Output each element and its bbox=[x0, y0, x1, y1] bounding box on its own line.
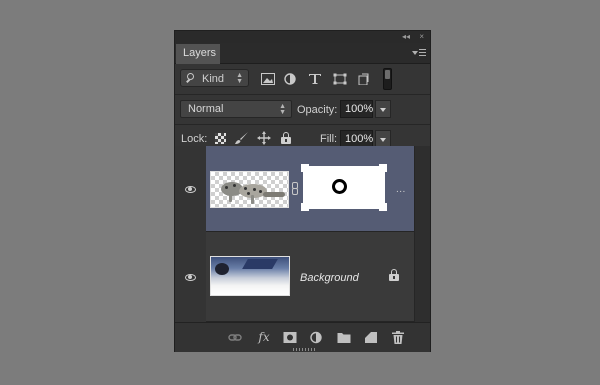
layer-lock-icon[interactable] bbox=[389, 269, 399, 281]
layers-list: ... Background bbox=[175, 146, 430, 322]
adjustment-layer-icon[interactable] bbox=[310, 331, 324, 344]
mask-circle-shape bbox=[332, 179, 347, 194]
search-icon bbox=[187, 73, 194, 80]
eye-icon[interactable] bbox=[185, 274, 196, 281]
panel-tab-bar: Layers bbox=[175, 43, 430, 64]
opacity-input[interactable]: 100% bbox=[340, 100, 373, 118]
filter-kind-label: Kind bbox=[202, 73, 225, 85]
tab-layers[interactable]: Layers bbox=[176, 44, 220, 64]
filter-row: Kind ▲ ▼ bbox=[175, 64, 430, 95]
lock-position-icon[interactable] bbox=[257, 131, 271, 145]
type-filter-icon[interactable] bbox=[308, 73, 322, 85]
smart-object-filter-icon[interactable] bbox=[356, 73, 370, 85]
visibility-column bbox=[175, 146, 207, 322]
background-thumbnail[interactable] bbox=[210, 256, 290, 296]
filter-toggle-switch[interactable] bbox=[383, 68, 392, 90]
fx-icon[interactable]: fx bbox=[255, 331, 273, 344]
layer-row-background[interactable]: Background bbox=[206, 232, 416, 322]
trash-icon[interactable] bbox=[391, 331, 405, 344]
resize-grip[interactable] bbox=[293, 348, 315, 351]
link-icon[interactable] bbox=[292, 182, 298, 195]
add-mask-icon[interactable] bbox=[283, 331, 297, 344]
fill-label: Fill: bbox=[320, 133, 338, 145]
blend-mode-value: Normal bbox=[188, 103, 224, 115]
eye-icon[interactable] bbox=[185, 186, 196, 193]
adjustment-filter-icon[interactable] bbox=[283, 73, 297, 85]
layers-panel: ◂◂ × Layers Kind ▲ ▼ Normal ▲ ▼ Opacity:… bbox=[174, 30, 431, 352]
new-layer-icon[interactable] bbox=[364, 331, 378, 344]
image-filter-icon[interactable] bbox=[261, 73, 275, 85]
filter-kind-dropdown[interactable]: Kind ▲ ▼ bbox=[180, 69, 249, 87]
lock-transparent-pixels-icon[interactable] bbox=[215, 133, 226, 144]
lock-label: Lock: bbox=[181, 133, 208, 145]
shape-filter-icon[interactable] bbox=[333, 73, 347, 85]
lock-image-pixels-icon[interactable] bbox=[235, 132, 249, 145]
group-folder-icon[interactable] bbox=[337, 331, 351, 344]
close-panel-icon[interactable]: × bbox=[419, 31, 424, 43]
collapse-panel-icon[interactable]: ◂◂ bbox=[402, 31, 410, 43]
blend-mode-dropdown[interactable]: Normal ▲ ▼ bbox=[180, 100, 292, 118]
updown-icon: ▲ ▼ bbox=[236, 72, 243, 85]
layer-mask-thumbnail[interactable] bbox=[303, 166, 385, 209]
panel-footer: fx bbox=[175, 322, 430, 352]
layer-thumbnail[interactable] bbox=[210, 171, 289, 208]
panel-menu-icon[interactable] bbox=[412, 47, 426, 59]
lock-all-icon[interactable] bbox=[281, 132, 291, 144]
opacity-label: Opacity: bbox=[297, 104, 338, 116]
layers-scrollbar[interactable] bbox=[414, 146, 430, 322]
blend-row: Normal ▲ ▼ Opacity: 100% bbox=[175, 94, 430, 125]
layer-name[interactable]: Background bbox=[300, 272, 359, 284]
opacity-slider-button[interactable] bbox=[375, 100, 391, 118]
layer-row-masked[interactable]: ... bbox=[206, 146, 416, 232]
updown-icon: ▲ ▼ bbox=[279, 103, 286, 116]
link-layers-icon[interactable] bbox=[228, 331, 242, 344]
more-indicator: ... bbox=[396, 184, 406, 195]
